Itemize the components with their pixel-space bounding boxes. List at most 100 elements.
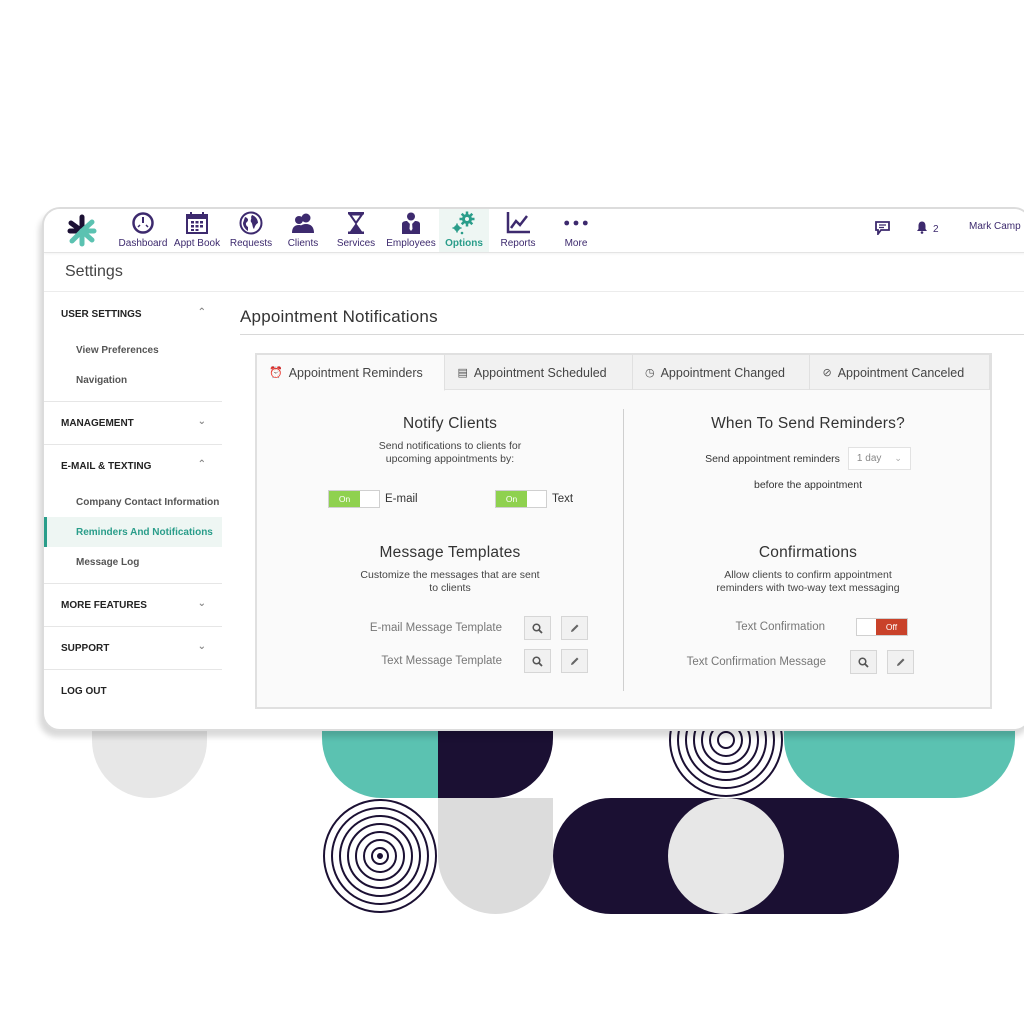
chevron-up-icon: ⌃ <box>197 307 206 318</box>
brand-logo-icon[interactable] <box>64 213 100 249</box>
calendar-icon <box>184 211 210 235</box>
nav-item-more[interactable]: More <box>554 209 598 252</box>
app-window: Dashboard Appt Book Requests Clients Ser… <box>42 207 1024 731</box>
nav-item-employees[interactable]: Employees <box>384 209 438 252</box>
confirmation-message-label: Text Confirmation Message <box>686 656 826 668</box>
sidebar-item-navigation[interactable]: Navigation <box>44 365 222 395</box>
sidebar-section-log-out: LOG OUT <box>44 670 222 712</box>
when-to-send-title: When To Send Reminders? <box>711 415 905 432</box>
more-dots-icon <box>563 211 589 235</box>
nav-item-services[interactable]: Services <box>335 209 377 252</box>
chat-button[interactable] <box>875 221 890 238</box>
sidebar-item-view-preferences[interactable]: View Preferences <box>44 335 222 365</box>
sidebar-section-management: MANAGEMENT ⌄ <box>44 402 222 445</box>
hourglass-icon <box>343 211 369 235</box>
nav-item-options[interactable]: Options <box>439 209 489 252</box>
search-icon <box>532 655 543 667</box>
decor-grey-column <box>438 798 553 914</box>
text-toggle-label: Text <box>552 493 574 505</box>
notify-clients-section: Notify Clients Send notifications to cli… <box>280 415 620 508</box>
preview-confirmation-message-button[interactable] <box>850 650 877 674</box>
globe-icon <box>238 211 264 235</box>
tab-appointment-canceled[interactable]: ⊘ Appointment Canceled <box>810 355 990 390</box>
sidebar-section-header[interactable]: MORE FEATURES ⌄ <box>44 584 222 626</box>
notification-tabs: ⏰ Appointment Reminders ▤ Appointment Sc… <box>257 355 990 391</box>
nav-item-requests[interactable]: Requests <box>227 209 275 252</box>
divider <box>240 334 1024 335</box>
email-toggle-row: On E-mail <box>328 490 418 508</box>
chevron-down-icon: ⌄ <box>197 598 206 609</box>
confirmations-description-1: Allow clients to confirm appointment <box>724 569 892 581</box>
pencil-icon <box>571 657 579 665</box>
notifications-button[interactable]: 2 <box>916 221 939 237</box>
tab-appointment-reminders[interactable]: ⏰ Appointment Reminders <box>257 355 446 391</box>
calendar-list-icon: ▤ <box>457 367 468 379</box>
top-navigation: Dashboard Appt Book Requests Clients Ser… <box>44 209 1024 253</box>
clients-users-icon <box>290 211 316 235</box>
notify-clients-description-1: Send notifications to clients for <box>378 440 522 452</box>
search-icon <box>858 656 869 668</box>
edit-confirmation-message-button[interactable] <box>887 650 914 674</box>
settings-sidebar: USER SETTINGS ⌃ View Preferences Navigat… <box>44 293 222 712</box>
sidebar-section-support: SUPPORT ⌄ <box>44 627 222 670</box>
edit-email-template-button[interactable] <box>561 616 588 640</box>
preview-text-template-button[interactable] <box>524 649 551 673</box>
nav-item-appt-book[interactable]: Appt Book <box>172 209 222 252</box>
alarm-clock-icon: ⏰ <box>269 367 283 379</box>
sidebar-item-reminders-and-notifications[interactable]: Reminders And Notifications <box>44 517 222 547</box>
sidebar-section-email-texting: E-MAIL & TEXTING ⌃ Company Contact Infor… <box>44 445 222 584</box>
confirmations-description-2: reminders with two-way text messaging <box>716 582 900 594</box>
user-menu[interactable]: Mark Camp <box>969 221 1021 232</box>
preview-email-template-button[interactable] <box>524 616 551 640</box>
decor-grey-circle <box>668 798 784 914</box>
notifications-count: 2 <box>933 223 939 235</box>
line-chart-icon <box>505 211 531 235</box>
gears-icon <box>451 211 477 235</box>
search-icon <box>532 622 543 634</box>
nav-item-dashboard[interactable]: Dashboard <box>118 209 168 252</box>
send-reminders-prefix: Send appointment reminders <box>705 452 840 465</box>
chevron-up-icon: ⌃ <box>197 459 206 470</box>
sidebar-item-message-log[interactable]: Message Log <box>44 547 222 577</box>
cancel-circle-icon: ⊘ <box>822 367 832 379</box>
chevron-down-icon: ⌄ <box>894 453 902 463</box>
when-to-send-section: When To Send Reminders? Send appointment… <box>624 415 992 491</box>
email-toggle[interactable]: On <box>328 490 380 508</box>
email-template-label: E-mail Message Template <box>369 622 502 634</box>
text-template-label: Text Message Template <box>381 655 502 667</box>
bell-icon <box>916 221 928 237</box>
nav-item-reports[interactable]: Reports <box>494 209 542 252</box>
chat-message-icon <box>875 221 890 238</box>
message-templates-section: Message Templates Customize the messages… <box>280 544 620 673</box>
send-reminders-suffix: before the appointment <box>754 479 862 491</box>
pencil-icon <box>571 624 579 632</box>
message-templates-description-2: to clients <box>429 582 471 594</box>
message-templates-title: Message Templates <box>379 544 521 561</box>
notify-clients-description-2: upcoming appointments by: <box>385 453 515 465</box>
sidebar-section-header[interactable]: MANAGEMENT ⌄ <box>44 402 222 444</box>
email-template-row: E-mail Message Template <box>370 616 588 640</box>
employee-suit-icon <box>398 211 424 235</box>
sidebar-item-company-contact-information[interactable]: Company Contact Information <box>44 487 222 517</box>
page-title: Settings <box>65 263 123 280</box>
text-confirmation-toggle[interactable]: Off <box>856 618 908 636</box>
sidebar-section-more-features: MORE FEATURES ⌄ <box>44 584 222 627</box>
sidebar-section-header[interactable]: SUPPORT ⌄ <box>44 627 222 669</box>
tab-appointment-scheduled[interactable]: ▤ Appointment Scheduled <box>445 355 633 390</box>
sidebar-section-header[interactable]: E-MAIL & TEXTING ⌃ <box>44 445 222 487</box>
text-toggle[interactable]: On <box>495 490 547 508</box>
log-out-link[interactable]: LOG OUT <box>44 670 222 712</box>
tab-appointment-changed[interactable]: ◷ Appointment Changed <box>633 355 811 390</box>
decor-concentric-rings <box>323 799 437 913</box>
confirmations-title: Confirmations <box>758 544 858 561</box>
email-toggle-label: E-mail <box>385 493 418 505</box>
notifications-panel: ⏰ Appointment Reminders ▤ Appointment Sc… <box>255 353 992 709</box>
confirmation-message-row: Text Confirmation Message <box>687 650 914 674</box>
sidebar-section-header[interactable]: USER SETTINGS ⌃ <box>44 293 222 335</box>
reminder-timing-select[interactable]: 1 day ⌄ <box>847 447 911 470</box>
edit-text-template-button[interactable] <box>561 649 588 673</box>
chevron-down-icon: ⌄ <box>197 416 206 427</box>
notify-clients-title: Notify Clients <box>402 415 498 432</box>
pencil-icon <box>897 658 905 666</box>
nav-item-clients[interactable]: Clients <box>282 209 324 252</box>
